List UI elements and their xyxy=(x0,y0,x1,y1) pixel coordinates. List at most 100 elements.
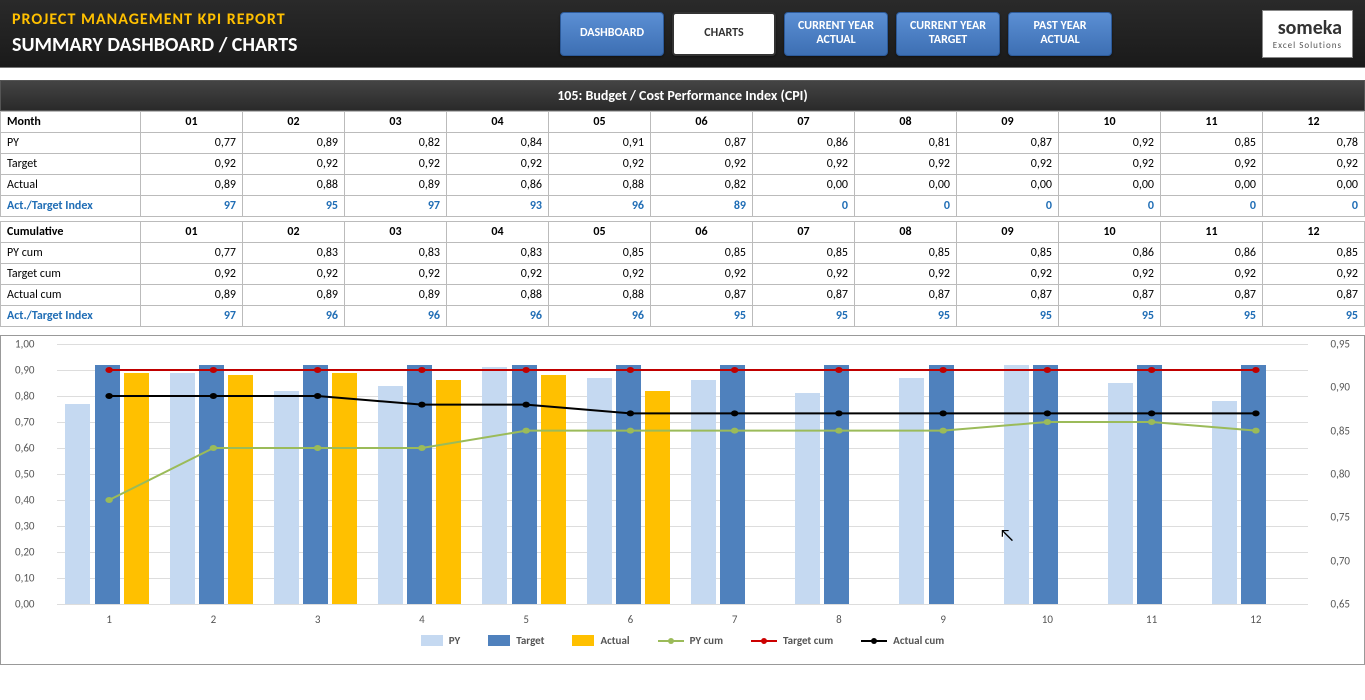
table-header: 03 xyxy=(345,222,447,243)
y-axis-left-tick: 0,30 xyxy=(15,520,34,533)
table-cell: 0,85 xyxy=(1161,133,1263,154)
y-axis-left-tick: 0,20 xyxy=(15,546,34,559)
table-cell: 97 xyxy=(345,196,447,217)
table-cell: 95 xyxy=(243,196,345,217)
y-axis-left-tick: 0,80 xyxy=(15,390,34,403)
row-label: Actual xyxy=(1,175,141,196)
y-axis-left-tick: 0,40 xyxy=(15,494,34,507)
table-cell: 0,92 xyxy=(753,264,855,285)
table-cell: 0,92 xyxy=(243,154,345,175)
dashboard-button[interactable]: DASHBOARD xyxy=(560,12,664,56)
table-cell: 0,82 xyxy=(651,175,753,196)
table-cell: 93 xyxy=(447,196,549,217)
table-cell: 0,89 xyxy=(141,175,243,196)
bar-target xyxy=(1241,365,1266,604)
table-header: 12 xyxy=(1263,222,1365,243)
x-axis-tick: 11 xyxy=(1100,613,1204,626)
logo-text: someka xyxy=(1278,16,1342,40)
table-cell: 0,92 xyxy=(549,154,651,175)
charts-button[interactable]: CHARTS xyxy=(672,12,776,56)
x-axis-tick: 1 xyxy=(57,613,161,626)
y-axis-right-tick: 0,95 xyxy=(1331,338,1350,351)
table-header: 06 xyxy=(651,112,753,133)
table-cell: 0,85 xyxy=(1263,243,1365,264)
table-cell: 0,89 xyxy=(141,285,243,306)
table-cell: 0,92 xyxy=(1059,154,1161,175)
table-cell: 0,83 xyxy=(243,243,345,264)
y-axis-left-tick: 0,10 xyxy=(15,572,34,585)
y-axis-left-tick: 0,90 xyxy=(15,364,34,377)
table-cell: 0,87 xyxy=(1263,285,1365,306)
x-axis-tick: 7 xyxy=(683,613,787,626)
legend-target: Target xyxy=(516,634,544,647)
table-cell: 0,77 xyxy=(141,243,243,264)
bar-target xyxy=(929,365,954,604)
y-axis-right-tick: 0,85 xyxy=(1331,424,1350,437)
table-header: 04 xyxy=(447,222,549,243)
bar-py xyxy=(170,373,195,604)
legend-pycum: PY cum xyxy=(690,634,723,647)
y-axis-left-tick: 0,60 xyxy=(15,442,34,455)
past-year-actual-button[interactable]: PAST YEAR ACTUAL xyxy=(1008,12,1112,56)
table-header: 11 xyxy=(1161,222,1263,243)
table-header: 03 xyxy=(345,112,447,133)
bar-target xyxy=(720,365,745,604)
table-cell: 0 xyxy=(753,196,855,217)
table-cell: 0,92 xyxy=(141,154,243,175)
table-cell: 0,00 xyxy=(1161,175,1263,196)
table-header: 05 xyxy=(549,112,651,133)
header: PROJECT MANAGEMENT KPI REPORT SUMMARY DA… xyxy=(0,0,1365,68)
table-cell: 89 xyxy=(651,196,753,217)
table-cell: 0,87 xyxy=(957,285,1059,306)
x-axis-tick: 5 xyxy=(474,613,578,626)
table-cell: 0,82 xyxy=(345,133,447,154)
table-header: 09 xyxy=(957,112,1059,133)
table-cell: 0,85 xyxy=(957,243,1059,264)
legend-targetcum: Target cum xyxy=(783,634,833,647)
table-cell: 95 xyxy=(855,306,957,327)
x-axis-tick: 8 xyxy=(787,613,891,626)
table-header: 04 xyxy=(447,112,549,133)
table-cell: 95 xyxy=(957,306,1059,327)
table-cell: 0,00 xyxy=(957,175,1059,196)
row-label: Target cum xyxy=(1,264,141,285)
table-cell: 0,87 xyxy=(1059,285,1161,306)
table-cell: 0,87 xyxy=(1161,285,1263,306)
table-cell: 0,92 xyxy=(957,264,1059,285)
bar-py xyxy=(1212,401,1237,604)
table-cell: 0,89 xyxy=(243,133,345,154)
table-cell: 0 xyxy=(1263,196,1365,217)
table-cell: 0,89 xyxy=(345,285,447,306)
table-cell: 0,88 xyxy=(549,285,651,306)
table-header: 05 xyxy=(549,222,651,243)
table-header: 06 xyxy=(651,222,753,243)
current-year-target-button[interactable]: CURRENT YEAR TARGET xyxy=(896,12,1000,56)
table-cell: 0,88 xyxy=(549,175,651,196)
table-cell: 0,91 xyxy=(549,133,651,154)
table-cell: 0,00 xyxy=(1263,175,1365,196)
report-subtitle: SUMMARY DASHBOARD / CHARTS xyxy=(12,33,552,57)
table-header: 07 xyxy=(753,222,855,243)
table-cell: 0,78 xyxy=(1263,133,1365,154)
table-cell: 95 xyxy=(1059,306,1161,327)
logo-subtext: Excel Solutions xyxy=(1273,40,1342,51)
y-axis-left-tick: 1,00 xyxy=(15,338,34,351)
bar-py xyxy=(65,404,90,604)
row-label: Actual cum xyxy=(1,285,141,306)
table-cell: 0 xyxy=(957,196,1059,217)
table-header: 11 xyxy=(1161,112,1263,133)
bar-target xyxy=(616,365,641,604)
table-header: Cumulative xyxy=(1,222,141,243)
x-axis-tick: 2 xyxy=(161,613,265,626)
table-cell: 0,00 xyxy=(753,175,855,196)
bar-target xyxy=(407,365,432,604)
table-cell: 0,83 xyxy=(447,243,549,264)
table-cell: 0,92 xyxy=(345,154,447,175)
y-axis-left-tick: 0,00 xyxy=(15,598,34,611)
current-year-actual-button[interactable]: CURRENT YEAR ACTUAL xyxy=(784,12,888,56)
y-axis-left-tick: 0,70 xyxy=(15,416,34,429)
y-axis-right-tick: 0,80 xyxy=(1331,468,1350,481)
table-cell: 0,92 xyxy=(1059,264,1161,285)
logo: someka Excel Solutions xyxy=(1262,10,1353,58)
table-cell: 0,87 xyxy=(651,133,753,154)
